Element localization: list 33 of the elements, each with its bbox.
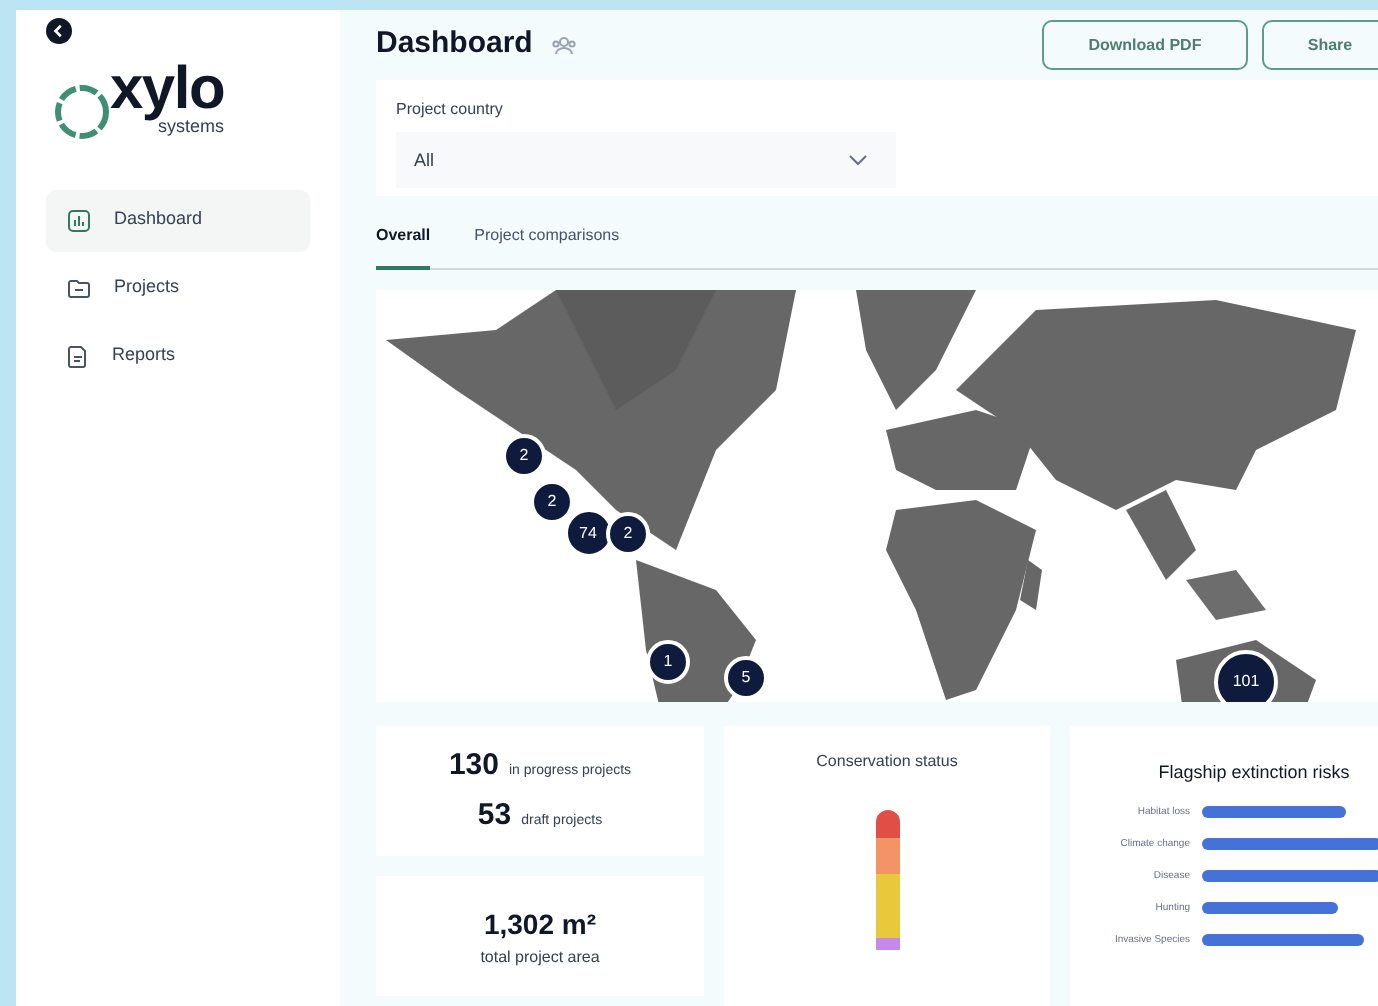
stat-value: 130: [448, 745, 499, 785]
cluster-marker[interactable]: 2: [530, 479, 574, 524]
tab[interactable]: Project comparisons: [474, 223, 620, 270]
people-icon: [552, 35, 577, 56]
cluster-marker[interactable]: 2: [606, 511, 650, 556]
page-title: Dashboard: [376, 24, 533, 65]
field-label: Project country: [396, 98, 505, 123]
nav-item[interactable]: Reports: [46, 325, 310, 387]
nav-item[interactable]: Projects: [46, 257, 310, 319]
stat-value: 53: [477, 796, 512, 836]
tab[interactable]: Overall: [376, 223, 431, 270]
brand-tagline: systems: [158, 116, 225, 140]
status-bar-drawing: [875, 810, 899, 950]
brand-logo: xylo: [110, 64, 225, 116]
document-icon: [68, 345, 88, 367]
action-button[interactable]: Download PDF: [1042, 20, 1248, 71]
card-title: Flagship extinction risks: [1158, 760, 1350, 786]
country-dropdown[interactable]: All: [396, 132, 896, 189]
risk-bar: [1202, 806, 1346, 819]
collapse-button[interactable]: [46, 18, 72, 44]
action-button[interactable]: Share: [1262, 20, 1378, 71]
card-title: Conservation status: [816, 750, 958, 774]
cluster-marker[interactable]: 74: [563, 508, 613, 559]
nav-item[interactable]: Dashboard: [46, 189, 310, 251]
ring-logo-icon: [52, 81, 112, 141]
area-label: total project area: [480, 946, 600, 970]
folder-icon: [68, 278, 90, 298]
area-value: 1,302 m²: [483, 906, 597, 944]
cluster-marker[interactable]: 2: [502, 433, 546, 478]
chevron-down-icon: [848, 154, 868, 167]
chevron-left-icon: [52, 24, 66, 38]
risk-bar: [1202, 902, 1337, 915]
chart-icon: [68, 209, 90, 231]
